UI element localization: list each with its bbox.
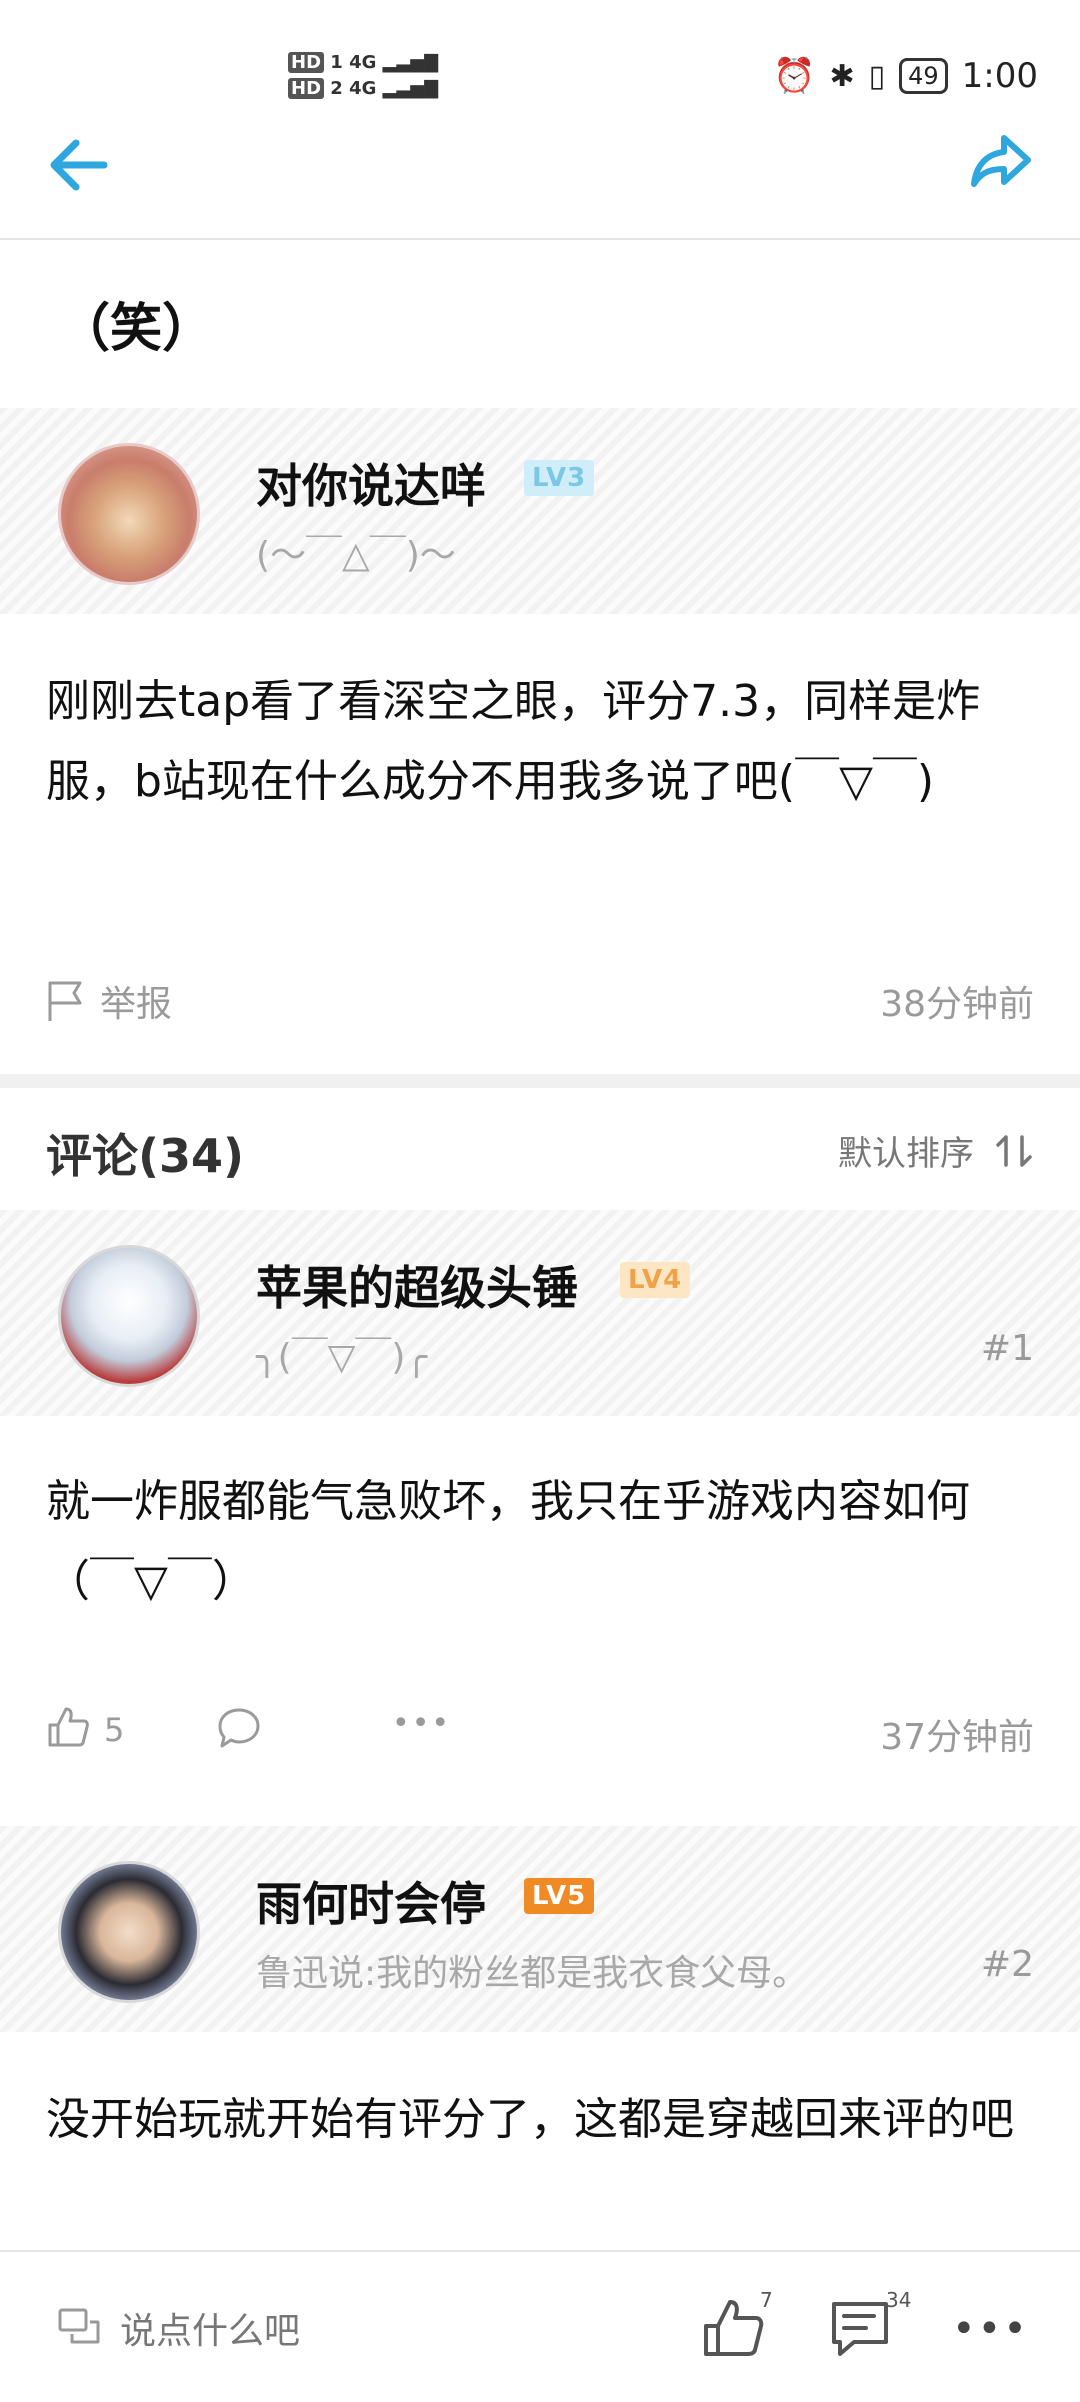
like-count-badge: 7 (760, 2288, 773, 2312)
author-header[interactable]: 对你说达咩 LV3 (～￣△￣)～ (0, 408, 1080, 614)
top-bar (0, 110, 1080, 240)
comment-content: 就一炸服都能气急败坏，我只在乎游戏内容如何（￣▽￣） (46, 1476, 970, 1607)
flag-icon (48, 981, 82, 1021)
commenter-name[interactable]: 苹果的超级头锤 (256, 1252, 578, 1318)
commenter-name[interactable]: 雨何时会停 (256, 1868, 486, 1934)
like-button[interactable]: 5 (46, 1705, 124, 1749)
like-count: 5 (104, 1711, 125, 1749)
signal-bars-icon: ▂▃▅▇ (382, 78, 439, 99)
thumbs-up-icon[interactable] (700, 2296, 766, 2360)
network-indicator: HD 1 4G ▂▃▅▇ HD 2 4G ▂▃▅▇ (288, 50, 438, 102)
avatar[interactable] (58, 1245, 200, 1387)
sort-icon (996, 1134, 1032, 1167)
comments-title: 评论(34) (46, 1129, 245, 1183)
report-label: 举报 (100, 984, 173, 1025)
level-badge: LV3 (524, 460, 595, 496)
post-time: 38分钟前 (880, 984, 1034, 1025)
floor-number: #1 (980, 1328, 1034, 1369)
sort-label: 默认排序 (838, 1134, 974, 1174)
post-title: （笑） (58, 299, 215, 359)
comment-count-badge: 34 (886, 2288, 912, 2312)
avatar[interactable] (58, 1861, 200, 2003)
level-badge: LV4 (620, 1262, 691, 1298)
hd2-label: HD (288, 78, 325, 99)
level-badge: LV5 (524, 1878, 595, 1914)
chat-bubbles-icon (58, 2308, 100, 2344)
comments-icon[interactable] (828, 2298, 892, 2360)
comment-time: 37分钟前 (880, 1717, 1034, 1758)
comment-header[interactable]: 苹果的超级头锤 LV4 ╮(￣▽￣)╭ #1 (0, 1210, 1080, 1416)
author-signature: (～￣△￣)～ (256, 535, 456, 576)
hd1-label: HD (288, 52, 325, 73)
author-name[interactable]: 对你说达咩 (256, 450, 486, 516)
signal-type-1: 4G (349, 52, 377, 73)
more-options-icon[interactable]: ••• (952, 2306, 1029, 2352)
bluetooth-icon: ✱ (829, 58, 855, 94)
section-divider (0, 1074, 1080, 1088)
thumbs-up-icon (48, 1707, 89, 1747)
bottom-bar: 说点什么吧 7 34 ••• (0, 2250, 1080, 2402)
floor-number: #2 (980, 1944, 1034, 1985)
more-options-icon[interactable]: ••• (392, 1706, 451, 1741)
back-arrow-icon[interactable] (44, 130, 114, 200)
vibrate-icon: ▯ (868, 58, 886, 94)
input-placeholder: 说点什么吧 (120, 2311, 301, 2352)
comment-header[interactable]: 雨何时会停 LV5 鲁迅说:我的粉丝都是我衣食父母。 #2 (0, 1826, 1080, 2032)
clock: 1:00 (961, 56, 1038, 96)
battery-icon: 49 (899, 58, 948, 94)
signal-type-2: 4G (349, 78, 377, 99)
comment-content: 没开始玩就开始有评分了，这都是穿越回来评的吧 (46, 2094, 1014, 2145)
avatar[interactable] (58, 443, 200, 585)
comment-input[interactable]: 说点什么吧 (58, 2302, 300, 2354)
report-button[interactable]: 举报 (46, 975, 172, 1027)
share-icon[interactable] (966, 126, 1036, 196)
signal-bars-icon: ▂▃▅▇ (382, 52, 439, 73)
reply-icon[interactable] (216, 1706, 262, 1750)
status-right: ⏰ ✱ ▯ 49 1:00 (773, 56, 1038, 96)
commenter-signature: 鲁迅说:我的粉丝都是我衣食父母。 (256, 1953, 809, 1994)
post-content: 刚刚去tap看了看深空之眼，评分7.3，同样是炸服，b站现在什么成分不用我多说了… (46, 676, 981, 807)
alarm-icon: ⏰ (773, 56, 816, 96)
sort-button[interactable]: 默认排序 (838, 1126, 1034, 1175)
commenter-signature: ╮(￣▽￣)╭ (256, 1337, 428, 1378)
